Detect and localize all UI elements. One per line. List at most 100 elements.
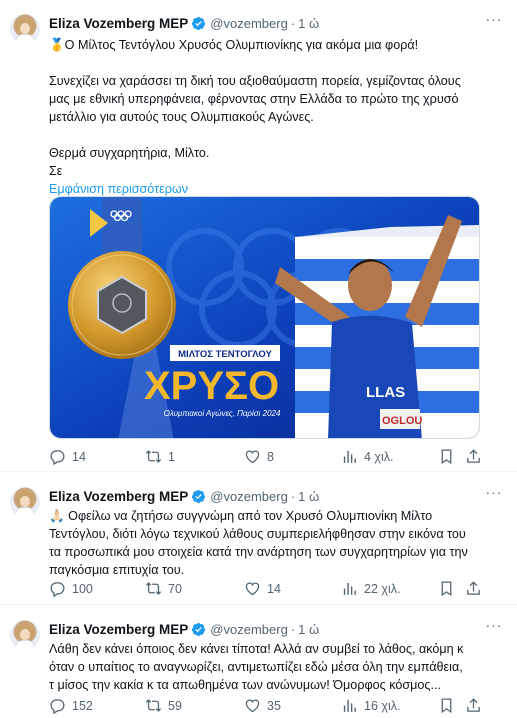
views-icon bbox=[343, 699, 356, 712]
text-line: μας με εθνική υπερηφάνεια, φέρνοντας στη… bbox=[49, 92, 459, 106]
views-button[interactable]: 22 χιλ. bbox=[341, 580, 400, 597]
text-line: όταν ο υπαίτιος το αναγνωρίζει, αντιμετω… bbox=[49, 660, 463, 674]
text-line: Λάθη δεν κάνει όποιος δεν κάνει τίποτα! … bbox=[49, 642, 464, 656]
text-line: μετάλλιο για αυτούς τους Ολυμπιακούς Αγώ… bbox=[49, 110, 314, 124]
views-icon bbox=[343, 582, 356, 595]
text-line: Θερμά συγχαρητήρια, Μίλτο. bbox=[49, 146, 210, 160]
like-count: 14 bbox=[267, 581, 281, 596]
bib-text: OGLOU bbox=[382, 415, 422, 427]
share-button[interactable] bbox=[465, 697, 482, 714]
timeline-feed: Eliza Vozemberg MEP @vozemberg · 1 ώ ···… bbox=[0, 0, 517, 718]
author-handle[interactable]: @vozemberg bbox=[210, 489, 288, 504]
verified-icon bbox=[192, 16, 206, 30]
repost-button[interactable]: 1 bbox=[145, 448, 175, 465]
tweet-header: Eliza Vozemberg MEP @vozemberg · 1 ώ bbox=[49, 487, 319, 505]
repost-button[interactable]: 70 bbox=[145, 580, 182, 597]
views-count: 22 χιλ. bbox=[364, 581, 401, 596]
tweet-actions: 14 1 8 4 χιλ. bbox=[49, 448, 503, 466]
author-handle[interactable]: @vozemberg bbox=[210, 622, 288, 637]
timestamp[interactable]: 1 ώ bbox=[298, 622, 319, 637]
games-caption: Ολυμπιακοί Αγώνες, Παρίσι 2024 bbox=[164, 409, 281, 418]
views-button[interactable]: 4 χιλ. bbox=[341, 448, 394, 465]
verified-icon bbox=[192, 489, 206, 503]
text-line: τα προσωπικά μου στοιχεία κατά την ανάρτ… bbox=[49, 545, 468, 559]
text-line: 🥇Ο Μίλτος Τεντόγλου Χρυσός Ολυμπιονίκης … bbox=[49, 38, 419, 52]
more-icon[interactable]: ··· bbox=[485, 618, 503, 634]
repost-count: 70 bbox=[168, 581, 182, 596]
repost-icon bbox=[145, 582, 162, 595]
timestamp[interactable]: 1 ώ bbox=[298, 489, 319, 504]
tweet-text: Λάθη δεν κάνει όποιος δεν κάνει τίποτα! … bbox=[49, 640, 501, 694]
avatar[interactable] bbox=[10, 14, 40, 44]
like-count: 8 bbox=[267, 449, 274, 464]
reply-button[interactable]: 14 bbox=[49, 448, 86, 465]
like-icon bbox=[245, 582, 260, 596]
tweet[interactable]: Eliza Vozemberg MEP @vozemberg · 1 ώ ···… bbox=[0, 606, 517, 718]
views-count: 16 χιλ. bbox=[364, 698, 401, 713]
reply-button[interactable]: 152 bbox=[49, 697, 93, 714]
separator-dot: · bbox=[290, 488, 296, 504]
repost-count: 59 bbox=[168, 698, 182, 713]
like-button[interactable]: 35 bbox=[244, 697, 281, 714]
tweet-image[interactable]: LLAS OGLOU ΜΙΛΤΟΣ ΤΕΝΤΟΓΛΟΥ ΧΡΥΣΟ Ολυμπι… bbox=[49, 196, 480, 439]
bookmark-button[interactable] bbox=[438, 580, 455, 597]
bookmark-button[interactable] bbox=[438, 697, 455, 714]
tweet[interactable]: Eliza Vozemberg MEP @vozemberg · 1 ώ ···… bbox=[0, 473, 517, 605]
tweet-text: 🥇Ο Μίλτος Τεντόγλου Χρυσός Ολυμπιονίκης … bbox=[49, 36, 501, 198]
author-handle[interactable]: @vozemberg bbox=[210, 16, 288, 31]
separator-dot: · bbox=[290, 15, 296, 31]
share-button[interactable] bbox=[465, 448, 482, 465]
bookmark-button[interactable] bbox=[438, 448, 455, 465]
text-line: 🙏🏻 Οφείλω να ζητήσω συγγνώμη από τον Χρυ… bbox=[49, 509, 433, 523]
tweet-header: Eliza Vozemberg MEP @vozemberg · 1 ώ bbox=[49, 14, 319, 32]
repost-count: 1 bbox=[168, 449, 175, 464]
author-name[interactable]: Eliza Vozemberg MEP bbox=[49, 16, 188, 31]
reply-count: 152 bbox=[72, 698, 93, 713]
reply-icon bbox=[50, 450, 65, 465]
text-line: τ μίσος την κακία κ τα απωθημένα των ανώ… bbox=[49, 678, 441, 692]
text-line-blank bbox=[49, 126, 501, 144]
reply-button[interactable]: 100 bbox=[49, 580, 93, 597]
reply-count: 14 bbox=[72, 449, 86, 464]
reply-count: 100 bbox=[72, 581, 93, 596]
like-icon bbox=[245, 450, 260, 464]
text-line: Συνεχίζει να χαράσσει τη δική του αξιοθα… bbox=[49, 74, 461, 88]
jersey-text: LLAS bbox=[366, 384, 405, 401]
views-icon bbox=[343, 450, 356, 463]
olympic-gold-graphic: LLAS OGLOU ΜΙΛΤΟΣ ΤΕΝΤΟΓΛΟΥ ΧΡΥΣΟ Ολυμπι… bbox=[50, 197, 479, 438]
tweet-actions: 100 70 14 22 χιλ. bbox=[49, 580, 503, 598]
bookmark-icon bbox=[441, 581, 452, 597]
avatar[interactable] bbox=[10, 487, 40, 517]
author-name[interactable]: Eliza Vozemberg MEP bbox=[49, 622, 188, 637]
share-icon bbox=[467, 581, 480, 595]
text-line: παγκόσμια επιτυχία του. bbox=[49, 563, 185, 577]
repost-icon bbox=[145, 699, 162, 712]
reply-icon bbox=[50, 582, 65, 597]
author-name[interactable]: Eliza Vozemberg MEP bbox=[49, 489, 188, 504]
repost-icon bbox=[145, 450, 162, 463]
athlete-name-banner: ΜΙΛΤΟΣ ΤΕΝΤΟΓΛΟΥ bbox=[178, 349, 272, 360]
more-icon[interactable]: ··· bbox=[485, 12, 503, 28]
more-icon[interactable]: ··· bbox=[485, 485, 503, 501]
share-icon bbox=[467, 449, 480, 463]
verified-icon bbox=[192, 622, 206, 636]
views-button[interactable]: 16 χιλ. bbox=[341, 697, 400, 714]
timestamp[interactable]: 1 ώ bbox=[298, 16, 319, 31]
text-line-blank bbox=[49, 54, 501, 72]
reply-icon bbox=[50, 699, 65, 714]
bookmark-icon bbox=[441, 449, 452, 465]
like-icon bbox=[245, 699, 260, 713]
tweet-header: Eliza Vozemberg MEP @vozemberg · 1 ώ bbox=[49, 620, 319, 638]
share-icon bbox=[467, 698, 480, 712]
bookmark-icon bbox=[441, 698, 452, 714]
like-count: 35 bbox=[267, 698, 281, 713]
tweet[interactable]: Eliza Vozemberg MEP @vozemberg · 1 ώ ···… bbox=[0, 0, 517, 472]
like-button[interactable]: 8 bbox=[244, 448, 274, 465]
text-line: Σε bbox=[49, 164, 63, 178]
avatar[interactable] bbox=[10, 620, 40, 650]
views-count: 4 χιλ. bbox=[364, 449, 394, 464]
like-button[interactable]: 14 bbox=[244, 580, 281, 597]
repost-button[interactable]: 59 bbox=[145, 697, 182, 714]
tweet-text: 🙏🏻 Οφείλω να ζητήσω συγγνώμη από τον Χρυ… bbox=[49, 507, 501, 579]
share-button[interactable] bbox=[465, 580, 482, 597]
